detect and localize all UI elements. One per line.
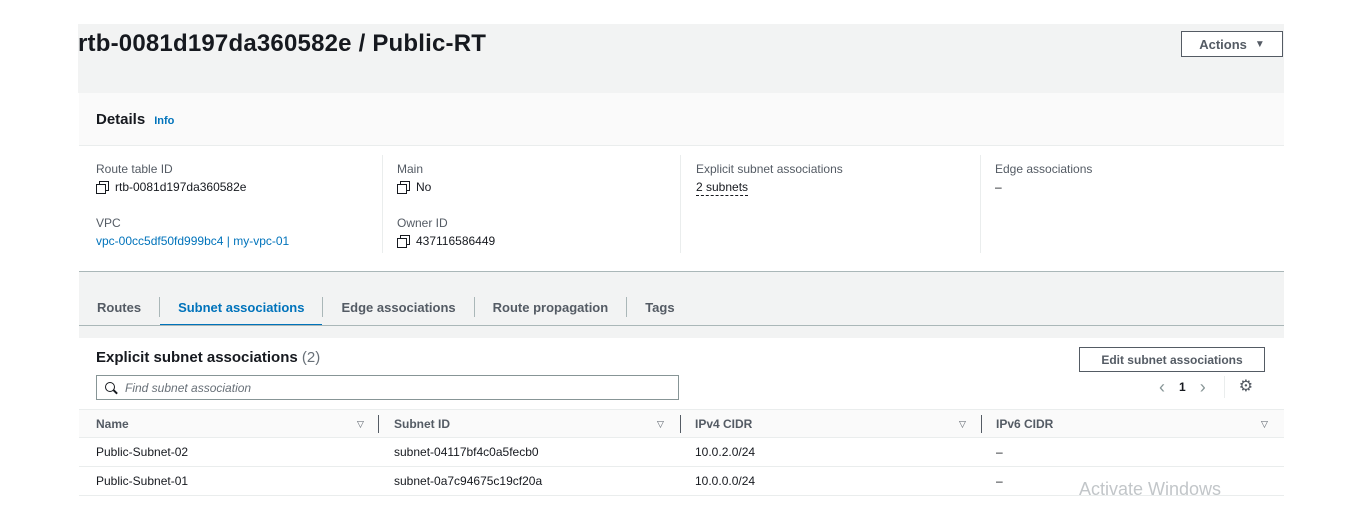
copy-icon[interactable] bbox=[96, 181, 109, 194]
sort-icon[interactable]: ▽ bbox=[657, 410, 664, 438]
tab-route-propagation[interactable]: Route propagation bbox=[475, 289, 627, 325]
gear-icon[interactable]: ⚙ bbox=[1239, 379, 1253, 395]
actions-label: Actions bbox=[1199, 36, 1247, 52]
tabs-underline bbox=[79, 325, 1284, 326]
column-header-subnet-id[interactable]: Subnet ID bbox=[394, 410, 450, 438]
details-info-link[interactable]: Info bbox=[154, 115, 174, 127]
associations-title-text: Explicit subnet associations bbox=[96, 349, 298, 366]
cell-subnet-id-link[interactable]: subnet-04117bf4c0a5fecb0 bbox=[394, 438, 539, 466]
route-table-id-text: rtb-0081d197da360582e bbox=[115, 180, 247, 194]
cell-name: Public-Subnet-02 bbox=[96, 445, 189, 459]
owner-id-value: 437116586449 bbox=[397, 234, 495, 248]
caret-down-icon: ▼ bbox=[1254, 38, 1265, 50]
tab-subnet-associations[interactable]: Subnet associations bbox=[160, 289, 323, 326]
page-number[interactable]: 1 bbox=[1179, 380, 1186, 394]
cell-ipv4-cidr: 10.0.2.0/24 bbox=[695, 445, 756, 459]
vpc-label: VPC bbox=[96, 216, 121, 230]
column-divider bbox=[378, 415, 379, 433]
column-header-name[interactable]: Name bbox=[96, 410, 129, 438]
table-row[interactable]: Public-Subnet-02 subnet-04117bf4c0a5fecb… bbox=[79, 438, 1284, 467]
cell-ipv6-cidr: – bbox=[996, 474, 1003, 488]
column-divider bbox=[980, 155, 981, 253]
main-label: Main bbox=[397, 162, 424, 176]
route-table-id-value: rtb-0081d197da360582e bbox=[96, 180, 246, 194]
details-header: Details Info bbox=[79, 93, 1284, 146]
table-header: Name ▽ Subnet ID ▽ IPv4 CIDR ▽ IPv6 CIDR… bbox=[79, 409, 1284, 438]
edge-associations-value: – bbox=[995, 180, 1002, 194]
sort-icon[interactable]: ▽ bbox=[1261, 410, 1268, 438]
edge-associations-label: Edge associations bbox=[995, 162, 1093, 176]
column-header-ipv4-cidr[interactable]: IPv4 CIDR bbox=[695, 410, 752, 438]
sort-icon[interactable]: ▽ bbox=[959, 410, 966, 438]
tab-bar: Routes Subnet associations Edge associat… bbox=[79, 289, 693, 326]
cell-ipv4-cidr: 10.0.0.0/24 bbox=[695, 474, 756, 488]
activate-windows-watermark: Activate Windows bbox=[1079, 479, 1222, 499]
copy-icon[interactable] bbox=[397, 181, 410, 194]
details-title: Details bbox=[96, 110, 146, 128]
column-divider bbox=[382, 155, 383, 253]
column-divider bbox=[680, 155, 681, 253]
details-panel: Details Info Route table ID rtb-0081d197… bbox=[79, 93, 1284, 272]
subnets-count-link[interactable]: 2 subnets bbox=[696, 180, 749, 196]
associations-title: Explicit subnet associations (2) bbox=[96, 349, 320, 366]
tab-edge-associations[interactable]: Edge associations bbox=[323, 289, 473, 325]
tab-routes[interactable]: Routes bbox=[79, 289, 159, 325]
column-header-ipv6-cidr[interactable]: IPv6 CIDR bbox=[996, 410, 1053, 438]
search-icon bbox=[105, 381, 117, 394]
route-table-id-label: Route table ID bbox=[96, 162, 173, 176]
column-divider bbox=[680, 415, 681, 433]
chevron-left-icon[interactable]: ‹ bbox=[1159, 378, 1165, 396]
vpc-link[interactable]: vpc-00cc5df50fd999bc4 | my-vpc-01 bbox=[96, 234, 289, 248]
vpc-link-text: vpc-00cc5df50fd999bc4 | my-vpc-01 bbox=[96, 234, 290, 248]
subnet-associations-panel: Explicit subnet associations (2) Edit su… bbox=[79, 338, 1284, 496]
actions-button[interactable]: Actions ▼ bbox=[1181, 31, 1283, 57]
cell-name: Public-Subnet-01 bbox=[96, 474, 189, 488]
cell-ipv6-cidr: – bbox=[996, 445, 1003, 459]
sort-icon[interactable]: ▽ bbox=[357, 410, 364, 438]
explicit-subnet-associations-value[interactable]: 2 subnets bbox=[696, 180, 749, 196]
associations-count: (2) bbox=[301, 349, 321, 366]
page-title: rtb-0081d197da360582e / Public-RT bbox=[78, 30, 487, 57]
pager-divider bbox=[1223, 376, 1225, 398]
search-input[interactable] bbox=[125, 380, 665, 395]
main-value: No bbox=[397, 180, 431, 194]
search-box[interactable] bbox=[96, 375, 679, 400]
owner-id-label: Owner ID bbox=[397, 216, 448, 230]
tab-tags[interactable]: Tags bbox=[627, 289, 692, 325]
chevron-right-icon[interactable]: › bbox=[1200, 378, 1206, 396]
column-divider bbox=[981, 415, 982, 433]
route-table-detail-page: rtb-0081d197da360582e / Public-RT Action… bbox=[0, 0, 1353, 528]
copy-icon[interactable] bbox=[397, 235, 410, 248]
owner-id-text: 437116586449 bbox=[416, 234, 496, 248]
main-text: No bbox=[416, 180, 432, 194]
cell-subnet-id-link[interactable]: subnet-0a7c94675c19cf20a bbox=[394, 467, 542, 495]
pagination: ‹ 1 › ⚙ bbox=[1159, 376, 1253, 398]
explicit-subnet-associations-label: Explicit subnet associations bbox=[696, 162, 843, 176]
edit-subnet-associations-button[interactable]: Edit subnet associations bbox=[1079, 347, 1265, 372]
